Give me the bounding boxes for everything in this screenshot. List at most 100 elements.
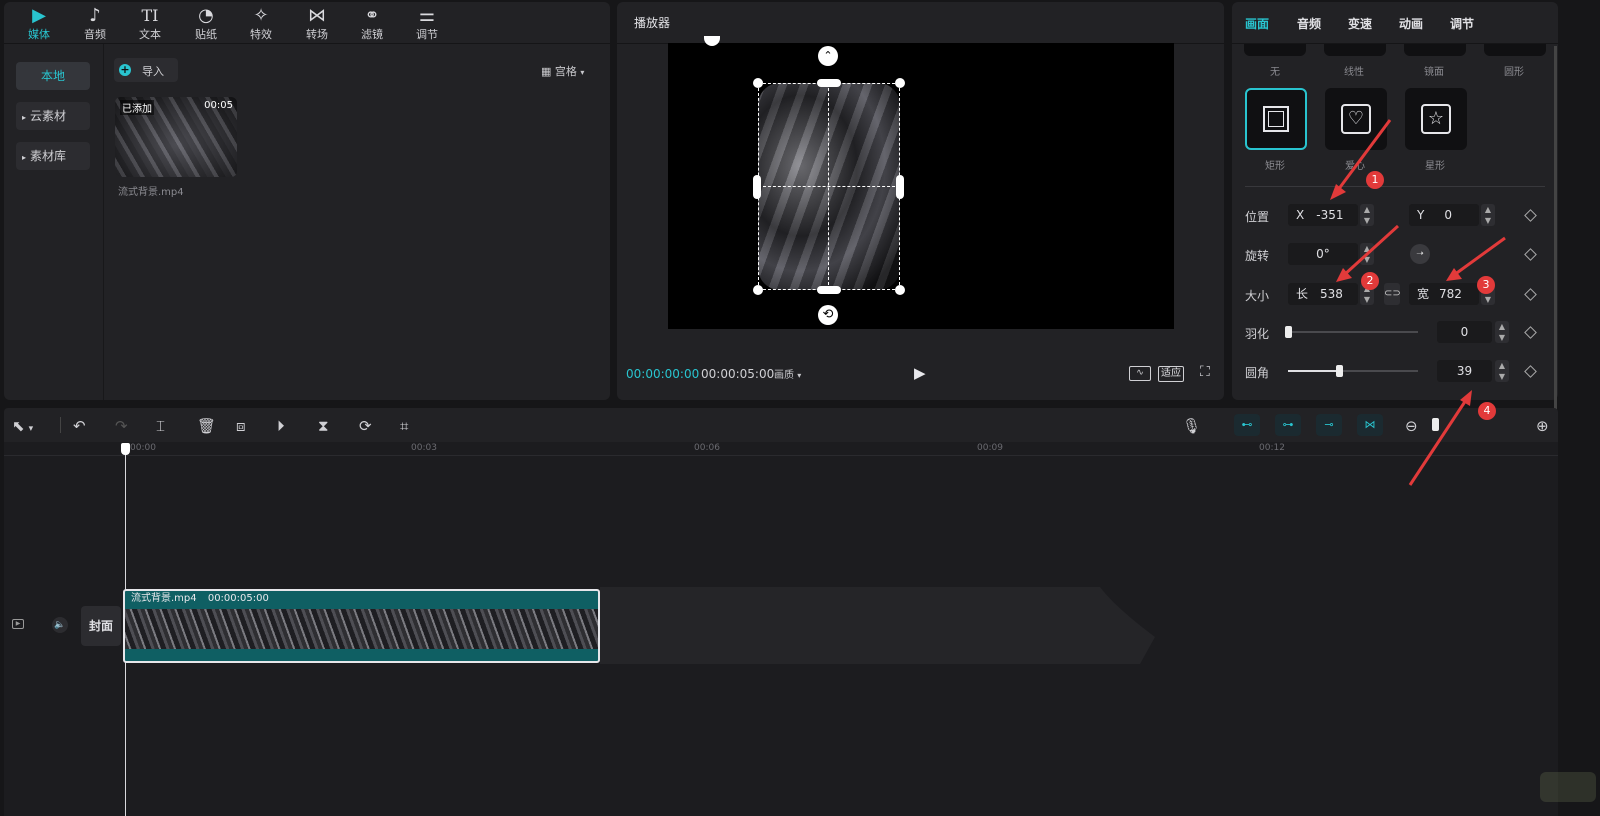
media-thumbnail[interactable]: 已添加 00:05 <box>115 97 237 177</box>
watermark-logo <box>1540 772 1596 802</box>
sidebar-item-cloud-label: 云素材 <box>30 109 67 123</box>
clip-filmstrip <box>125 609 598 649</box>
tick-label: 00:09 <box>977 443 1003 453</box>
chevron-down-icon: ▾ <box>580 68 585 77</box>
mask-rectangle-option[interactable] <box>1245 88 1307 150</box>
fullscreen-icon[interactable]: ⛶ <box>1200 364 1210 380</box>
resize-handle-corner[interactable] <box>753 285 763 295</box>
rotate-icon[interactable]: ⟲ <box>818 305 838 325</box>
annotation-badge-3: 3 <box>1477 276 1495 294</box>
tab-audio[interactable]: ♪ 音频 <box>70 6 120 42</box>
grid-icon: ▦ <box>541 65 552 78</box>
track-drop-shadow-shape <box>600 587 1155 664</box>
microphone-icon[interactable]: 🎙 <box>1182 417 1201 435</box>
tab-sticker[interactable]: ◔ 贴纸 <box>181 6 231 42</box>
track-visibility-icon[interactable]: ▶ <box>12 619 24 629</box>
ratio-button[interactable]: 适应 <box>1158 366 1184 382</box>
view-mode-dropdown[interactable]: ▦ 宫格 ▾ <box>541 63 584 79</box>
track-audio-icon[interactable]: 🔈 <box>52 617 68 633</box>
mirror-icon[interactable]: ⧗ <box>318 417 329 435</box>
resize-handle-corner[interactable] <box>753 78 763 88</box>
tab-audio[interactable]: 音频 <box>1297 15 1321 32</box>
mask-linear-label: 线性 <box>1344 67 1364 78</box>
tab-picture[interactable]: 画面 <box>1245 15 1269 32</box>
tab-animation[interactable]: 动画 <box>1399 15 1423 32</box>
tick-label: 00:00 <box>130 443 156 453</box>
video-canvas[interactable] <box>668 43 1174 329</box>
mask-mirror-thumb[interactable] <box>1404 44 1466 56</box>
clip-duration: 00:05 <box>204 100 233 111</box>
effects-icon: ✧ <box>253 5 269 26</box>
freeze-frame-icon[interactable]: ⧈ <box>236 417 246 435</box>
resize-handle-corner[interactable] <box>895 285 905 295</box>
playhead-handle[interactable] <box>121 443 130 455</box>
chevron-up-icon[interactable]: ⌃ <box>818 46 838 66</box>
undo-icon[interactable]: ↶ <box>73 417 86 435</box>
tab-speed[interactable]: 变速 <box>1348 15 1372 32</box>
sidebar-item-library[interactable]: ▸ 素材库 <box>16 142 90 170</box>
audio-icon: ♪ <box>89 5 101 26</box>
adjust-icon: ⚌ <box>418 5 436 26</box>
tab-filter[interactable]: ⚭ 滤镜 <box>347 6 397 42</box>
chevron-down-icon: ▾ <box>797 371 802 380</box>
media-icon: ▶ <box>32 5 46 26</box>
mask-mirror-label: 镜面 <box>1424 67 1444 78</box>
annotation-badge-4: 4 <box>1478 402 1496 420</box>
annotation-arrow-4 <box>1408 399 1468 486</box>
quality-dropdown[interactable]: 画质 ▾ <box>774 366 801 381</box>
mask-linear-thumb[interactable] <box>1324 44 1386 56</box>
resize-handle-edge[interactable] <box>753 175 761 199</box>
view-mode-label: 宫格 <box>554 65 577 78</box>
tab-effects[interactable]: ✧ 特效 <box>236 6 286 42</box>
position-label: 位置 <box>1245 210 1270 224</box>
delete-icon[interactable]: 🗑 <box>197 417 216 435</box>
clip-duration: 00:00:05:00 <box>207 593 269 604</box>
tab-transition[interactable]: ⋈ 转场 <box>292 6 342 42</box>
reverse-icon[interactable]: ⏵ <box>277 417 285 435</box>
tab-adjust[interactable]: ⚌ 调节 <box>402 6 452 42</box>
text-icon: TI <box>141 6 159 25</box>
tab-effects-label: 特效 <box>250 28 272 41</box>
play-icon[interactable]: ▶ <box>914 364 926 382</box>
mask-circle-thumb[interactable] <box>1484 44 1546 56</box>
video-clip[interactable]: 流式背景.mp4 00:00:05:00 <box>123 589 600 663</box>
link-main-track-icon[interactable]: ⊷ <box>1234 414 1260 436</box>
current-time: 00:00:00:00 <box>626 367 700 381</box>
total-time: 00:00:05:00 <box>701 367 775 381</box>
select-tool-icon[interactable]: ⬉ ▾ <box>12 417 33 435</box>
tab-sticker-label: 贴纸 <box>195 28 217 41</box>
annotation-arrows <box>1330 119 1506 486</box>
annotation-arrow-2 <box>1342 224 1400 277</box>
size-label: 大小 <box>1245 289 1270 303</box>
resize-handle-edge[interactable] <box>817 79 841 87</box>
tab-filter-label: 滤镜 <box>361 28 383 41</box>
mask-none-thumb[interactable] <box>1244 44 1306 56</box>
annotation-badge-2: 2 <box>1361 272 1379 290</box>
auto-snap-icon[interactable]: ⊶ <box>1275 414 1301 436</box>
import-button[interactable]: + 导入 <box>114 58 178 82</box>
feather-slider-thumb[interactable] <box>1285 326 1292 338</box>
cover-button[interactable]: 封面 <box>81 606 121 646</box>
resize-handle-edge[interactable] <box>817 286 841 294</box>
added-badge: 已添加 <box>120 100 154 115</box>
track-drop-shadow <box>600 587 1155 664</box>
mask-rectangle-label: 矩形 <box>1265 161 1285 172</box>
tick-label: 00:03 <box>411 443 437 453</box>
waveform-icon[interactable]: ∿ <box>1129 366 1151 381</box>
crop-icon[interactable]: ⌗ <box>400 417 408 435</box>
properties-tabbar <box>1232 2 1558 44</box>
tab-adjust[interactable]: 调节 <box>1450 15 1474 32</box>
sidebar-item-local[interactable]: 本地 <box>16 62 90 90</box>
tab-text[interactable]: TI 文本 <box>125 6 175 42</box>
resize-handle-edge[interactable] <box>896 175 904 199</box>
sticker-icon: ◔ <box>198 5 214 26</box>
tab-media[interactable]: ▶ 媒体 <box>14 6 64 42</box>
rotate-icon[interactable]: ⟳ <box>359 417 372 435</box>
split-icon[interactable]: ⌶ <box>156 417 165 435</box>
import-label: 导入 <box>142 65 164 78</box>
resize-handle-corner[interactable] <box>895 78 905 88</box>
annotation-arrow-4-head <box>1460 390 1472 406</box>
redo-icon[interactable]: ↷ <box>115 417 128 435</box>
sidebar-item-cloud[interactable]: ▸ 云素材 <box>16 102 90 130</box>
mask-none-label: 无 <box>1270 67 1280 78</box>
